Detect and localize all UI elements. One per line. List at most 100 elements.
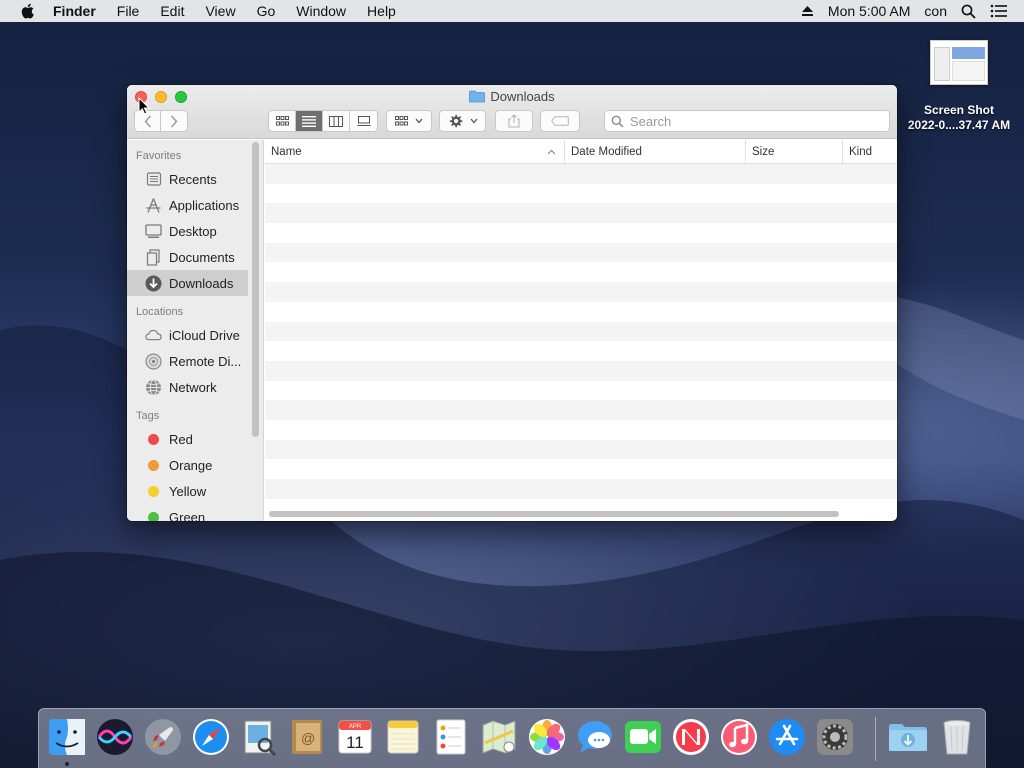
sidebar-tag-yellow[interactable]: Yellow [127,478,263,504]
finder-window: Downloads Search Favorites Recents Appli… [127,85,897,521]
yellow-tag-dot-icon [148,485,159,497]
dock-trash[interactable] [937,717,977,757]
menubar-user[interactable]: con [924,3,947,19]
sidebar-item-documents[interactable]: Documents [127,244,263,270]
share-button[interactable] [495,110,533,132]
dock: @ APR 11 [38,708,986,768]
app-store-icon [769,719,805,755]
menu-finder[interactable]: Finder [53,3,96,19]
desktop-screenshot-file[interactable]: Screen Shot 2022-0....37.47 AM [898,40,1020,133]
tag-icon [551,116,569,126]
sidebar-item-label: Desktop [169,223,217,239]
forward-button[interactable] [161,111,187,131]
column-header-size[interactable]: Size [746,140,843,164]
dock-finder[interactable] [47,717,87,766]
siri-icon [97,719,133,755]
sidebar-item-recents[interactable]: Recents [127,166,263,192]
column-header-name[interactable]: Name [265,140,565,164]
sidebar-item-desktop[interactable]: Desktop [127,218,263,244]
messages-bubble-icon [578,721,612,753]
list-view-button[interactable] [296,111,323,131]
dock-news[interactable] [671,717,711,757]
dock-calendar[interactable]: APR 11 [335,717,375,757]
dock-notes[interactable] [383,717,423,757]
menu-go[interactable]: Go [257,3,276,19]
downloads-icon [145,275,162,292]
sidebar-tag-green[interactable]: Green [127,504,263,521]
menu-window[interactable]: Window [296,3,346,19]
sidebar-item-label: Downloads [169,275,234,291]
column-header-date-modified[interactable]: Date Modified [565,140,746,164]
finder-icon [49,719,85,755]
dock-preview[interactable] [239,717,279,757]
spotlight-search-icon[interactable] [961,4,976,19]
folder-icon [469,90,486,103]
sidebar: Favorites Recents Applications Desktop D… [127,140,264,521]
dock-downloads-stack[interactable] [887,717,927,757]
dock-launchpad[interactable] [143,717,183,757]
music-note-icon [721,719,757,755]
sidebar-item-downloads[interactable]: Downloads [127,270,248,296]
gear-icon [449,114,462,127]
dock-messages[interactable] [575,717,615,757]
search-icon [611,115,624,128]
dock-reminders[interactable] [431,717,471,757]
column-header-kind[interactable]: Kind [843,140,897,164]
column-view-button[interactable] [323,111,350,131]
contacts-at-glyph: @ [301,730,315,746]
dock-facetime[interactable] [623,717,663,757]
menu-edit[interactable]: Edit [160,3,184,19]
trash-can-icon [943,720,971,755]
chevron-down-icon [470,118,477,124]
dock-siri[interactable] [95,717,135,757]
menu-view[interactable]: View [205,3,235,19]
sidebar-item-label: Orange [169,457,213,473]
menu-help[interactable]: Help [367,3,396,19]
sidebar-item-applications[interactable]: Applications [127,192,263,218]
dock-maps[interactable] [479,717,519,757]
action-menu-button[interactable] [439,110,486,132]
reminders-icon [436,719,466,755]
chevron-right-icon [170,114,178,128]
group-by-button[interactable] [386,110,432,132]
sidebar-item-label: Red [169,431,193,447]
group-grid-icon [395,116,408,126]
grid-view-icon [275,116,289,126]
horizontal-scrollbar[interactable] [269,511,839,517]
menu-file[interactable]: File [117,3,140,19]
window-toolbar: Downloads [127,85,897,139]
sidebar-tag-red[interactable]: Red [127,426,263,452]
dock-app-store[interactable] [767,717,807,757]
red-tag-dot-icon [148,433,159,445]
sidebar-item-label: Green [169,509,206,522]
sidebar-tag-orange[interactable]: Orange [127,452,263,478]
search-field[interactable] [604,110,890,132]
sidebar-item-remote-disc[interactable]: Remote Di... [127,348,263,374]
sort-ascending-icon [547,149,556,155]
contacts-book-icon: @ [292,720,322,754]
green-tag-dot-icon [148,511,159,521]
recents-icon [145,171,162,188]
edit-tags-button[interactable] [540,110,580,132]
calendar-month: APR [349,724,362,730]
gallery-view-button[interactable] [350,111,377,131]
search-input[interactable] [630,113,830,129]
window-title-text: Downloads [490,89,555,104]
dock-safari[interactable] [191,717,231,757]
apple-menu-icon[interactable] [19,2,37,20]
chevron-down-icon [415,118,423,124]
dock-system-preferences[interactable] [815,717,855,757]
dock-contacts[interactable]: @ [287,717,327,757]
sidebar-scrollbar[interactable] [252,142,259,437]
sidebar-item-label: Applications [169,197,240,213]
notification-center-icon[interactable] [990,4,1008,18]
dock-photos[interactable] [527,717,567,757]
dock-itunes[interactable] [719,717,759,757]
sidebar-item-icloud-drive[interactable]: iCloud Drive [127,322,263,348]
sidebar-section-favorites: Favorites [136,150,182,162]
sidebar-item-network[interactable]: Network [127,374,263,400]
icon-view-button[interactable] [269,111,296,131]
menubar-clock[interactable]: Mon 5:00 AM [828,3,911,19]
eject-icon[interactable] [801,5,814,17]
sidebar-item-label: Network [169,379,217,395]
